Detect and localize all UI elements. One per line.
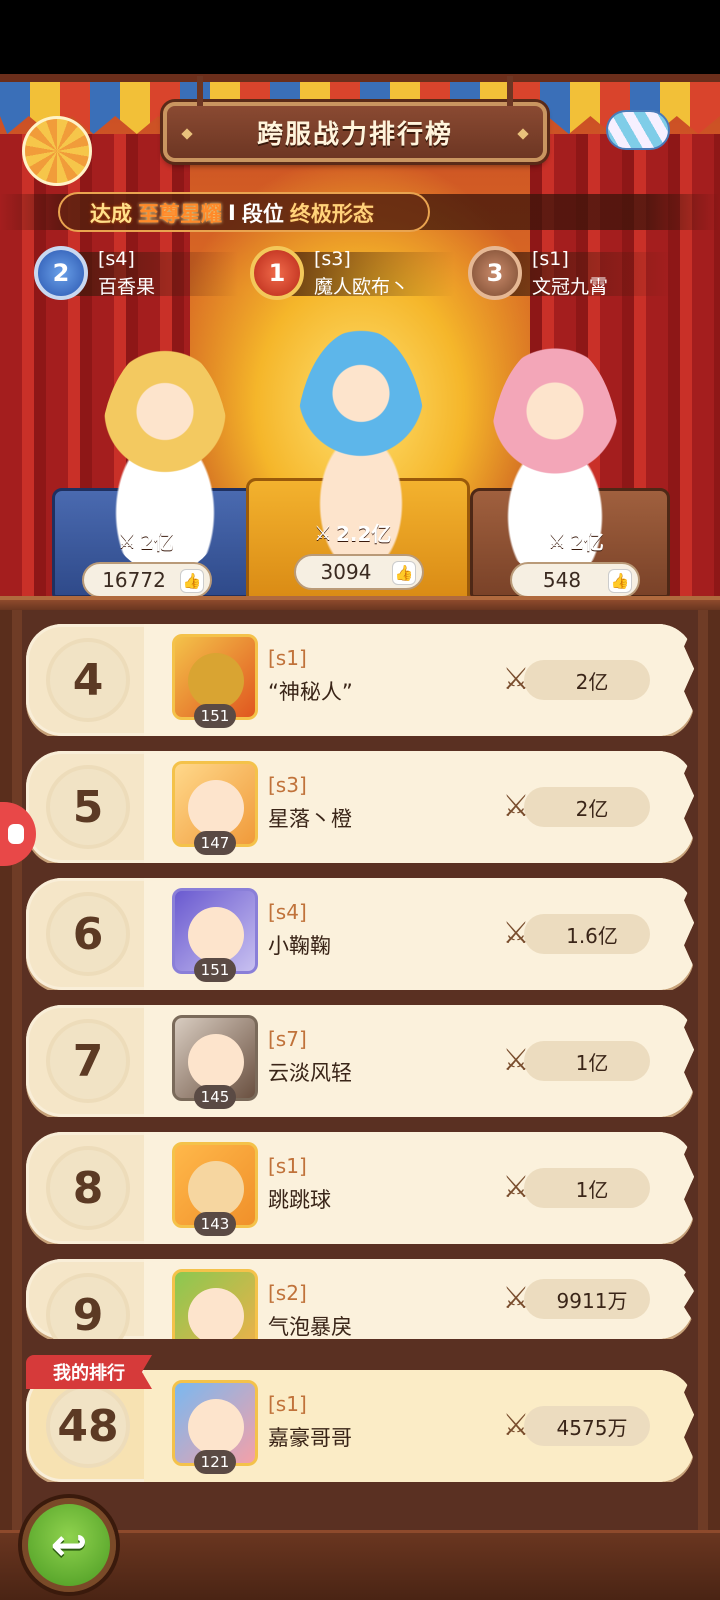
crossed-swords-icon: ⚔ <box>502 1170 530 1205</box>
crossed-swords-icon: ⚔ <box>314 520 332 545</box>
power-value: 4575万 <box>524 1406 650 1446</box>
back-arrow-icon: ↩ <box>50 1519 88 1571</box>
crossed-swords-icon: ⚔ <box>118 528 136 553</box>
level-badge: 143 <box>194 1212 236 1236</box>
podium-stage: 跨服战力排行榜 达成 至尊星耀 I 段位 终极形态 2 [s4] 百香果 1 [… <box>0 74 720 614</box>
like-count: 3094 <box>320 560 372 584</box>
level-badge: 147 <box>194 831 236 855</box>
player-server: [s1] <box>268 646 307 670</box>
like-count: 16772 <box>102 568 166 592</box>
player-name: 魔人欧布丶 <box>314 276 410 298</box>
player-server: [s4] <box>268 900 307 924</box>
medal-icon: 1 <box>250 246 304 300</box>
power-value: 2亿 <box>569 530 604 554</box>
achievement-separator: I <box>228 201 236 225</box>
power-value: 1亿 <box>524 1041 650 1081</box>
rank-number: 4 <box>46 638 130 722</box>
player-server: [s1] <box>268 1154 307 1178</box>
power-value: 1.6亿 <box>524 914 650 954</box>
top3-label-rank3[interactable]: 3 [s1] 文冠九霄 <box>468 246 672 300</box>
power-value: 9911万 <box>524 1279 650 1319</box>
back-button[interactable]: ↩ <box>22 1498 116 1592</box>
ranking-row[interactable]: 5 147 [s3] 星落丶橙 2亿 ⚔ <box>26 751 694 863</box>
rank-number: 8 <box>46 1146 130 1230</box>
achievement-part: 达成 <box>90 202 132 226</box>
like-button-rank3[interactable]: 548 👍 <box>510 562 640 598</box>
medal-icon: 3 <box>468 246 522 300</box>
player-server: [s2] <box>268 1281 307 1305</box>
ranking-row[interactable]: 4 151 [s1] “神秘人” 2亿 ⚔ <box>26 624 694 736</box>
thumbs-up-icon: 👍 <box>180 569 204 593</box>
diamond-icon <box>517 128 529 140</box>
status-bar <box>0 0 720 74</box>
player-name: 百香果 <box>98 276 156 298</box>
player-server: [s7] <box>268 1027 307 1051</box>
page-title: 跨服战力排行榜 <box>256 119 453 150</box>
player-name: 小鞠鞠 <box>268 934 331 958</box>
panel-top-rail <box>0 596 720 610</box>
level-badge: 121 <box>194 1450 236 1474</box>
medal-icon: 2 <box>34 246 88 300</box>
crossed-swords-icon: ⚔ <box>502 1408 530 1443</box>
like-button-rank2[interactable]: 16772 👍 <box>82 562 212 598</box>
ranking-row[interactable]: 6 151 [s4] 小鞠鞠 1.6亿 ⚔ <box>26 878 694 990</box>
player-name: 云淡风轻 <box>268 1061 352 1085</box>
player-name: 气泡暴戾 <box>268 1315 352 1339</box>
player-server: [s1] <box>268 1392 307 1416</box>
top3-power-rank3: ⚔ 2亿 <box>548 526 604 555</box>
power-value: 1亿 <box>524 1168 650 1208</box>
player-name: “神秘人” <box>268 680 353 704</box>
title-board: 跨服战力排行榜 <box>163 76 547 162</box>
top3-power-rank1: ⚔ 2.2亿 <box>314 518 391 547</box>
top3-power-rank2: ⚔ 2亿 <box>118 526 174 555</box>
achievement-tier: 至尊星耀 <box>138 202 222 226</box>
power-value: 2.2亿 <box>335 522 392 546</box>
my-rank-tag: 我的排行 <box>26 1355 152 1389</box>
level-badge: 151 <box>194 958 236 982</box>
like-button-rank1[interactable]: 3094 👍 <box>294 554 424 590</box>
achievement-text: 达成 至尊星耀 I 段位 终极形态 <box>90 198 374 228</box>
rank-number: 6 <box>46 892 130 976</box>
power-value: 2亿 <box>524 787 650 827</box>
crossed-swords-icon: ⚔ <box>502 1281 530 1316</box>
rank-number: 7 <box>46 1019 130 1103</box>
ranking-row[interactable]: 9 [s2] 气泡暴戾 9911万 ⚔ <box>26 1259 694 1339</box>
rank-number: 48 <box>46 1384 130 1468</box>
player-server: [s3] <box>268 773 307 797</box>
top3-label-rank1[interactable]: 1 [s3] 魔人欧布丶 <box>250 246 454 300</box>
achievement-part: 段位 <box>241 202 284 226</box>
power-value: 2亿 <box>524 660 650 700</box>
crossed-swords-icon: ⚔ <box>502 789 530 824</box>
achievement-form: 终极形态 <box>289 202 374 226</box>
player-server: [s3] <box>314 248 351 270</box>
thumbs-up-icon: 👍 <box>608 569 632 593</box>
crossed-swords-icon: ⚔ <box>548 528 566 553</box>
crossed-swords-icon: ⚔ <box>502 916 530 951</box>
like-count: 548 <box>542 568 582 592</box>
player-name: 文冠九霄 <box>532 276 609 298</box>
player-name: 嘉豪哥哥 <box>268 1426 352 1450</box>
player-name: 跳跳球 <box>268 1188 331 1212</box>
diamond-icon <box>181 128 193 140</box>
candy-decoration <box>606 110 670 150</box>
lollipop-decoration <box>22 116 92 186</box>
power-value: 2亿 <box>139 530 174 554</box>
level-badge: 151 <box>194 704 236 728</box>
rank-number: 5 <box>46 765 130 849</box>
top3-label-rank2[interactable]: 2 [s4] 百香果 <box>34 246 238 300</box>
crossed-swords-icon: ⚔ <box>502 1043 530 1078</box>
ranking-row[interactable]: 8 143 [s1] 跳跳球 1亿 ⚔ <box>26 1132 694 1244</box>
ranking-row[interactable]: 7 145 [s7] 云淡风轻 1亿 ⚔ <box>26 1005 694 1117</box>
thumbs-up-icon: 👍 <box>392 561 416 585</box>
player-server: [s1] <box>532 248 569 270</box>
player-name: 星落丶橙 <box>268 807 352 831</box>
player-server: [s4] <box>98 248 135 270</box>
crossed-swords-icon: ⚔ <box>502 662 530 697</box>
level-badge: 145 <box>194 1085 236 1109</box>
